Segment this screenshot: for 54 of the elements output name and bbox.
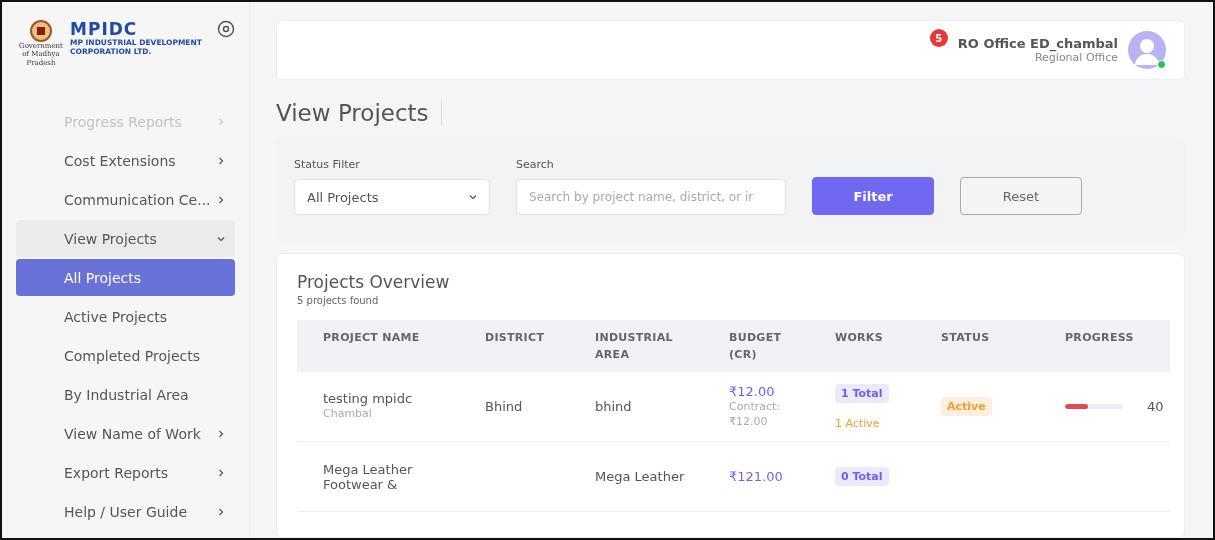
sidebar-item[interactable]: Help / User Guide [16, 493, 235, 530]
status-select[interactable]: All Projects [294, 179, 490, 215]
notification-badge[interactable]: 5 [929, 29, 948, 47]
card-title: Projects Overview [297, 272, 451, 292]
sidebar-item[interactable]: Cost Extensions [16, 142, 235, 179]
sidebar-item[interactable]: Export Reports [16, 454, 235, 491]
project-name: Mega Leather Footwear & [323, 461, 414, 492]
chevron-icon [217, 156, 225, 165]
sidebar-item[interactable]: View Name of Work [16, 415, 235, 452]
sidebar-subitem[interactable]: Active Projects [16, 298, 235, 335]
sidebar-subitem[interactable]: By Industrial Area [16, 376, 235, 413]
chevron-icon [469, 193, 477, 201]
sidebar-subitem[interactable]: All Projects [16, 259, 235, 296]
column-header: BUDGET (CR) [703, 320, 809, 373]
column-header: WORKS [809, 320, 915, 373]
user-role: Regional Office [1034, 51, 1118, 64]
sidebar-item[interactable]: View Projects [16, 220, 235, 257]
contract-amount: Contract: ₹12.00 [729, 398, 782, 430]
chevron-icon [217, 507, 225, 516]
reset-button[interactable]: Reset [960, 177, 1082, 215]
chevron-icon [217, 195, 225, 204]
table-cell-text: bhind [595, 399, 633, 415]
column-header: DISTRICT [459, 320, 569, 373]
column-header: INDUSTRIAL AREA [569, 320, 703, 373]
column-header: PROGRESS [1039, 320, 1170, 373]
column-header: PROJECT NAME [297, 320, 459, 373]
project-name: testing mpidc [323, 391, 414, 407]
table-cell-text: Bhind [485, 399, 524, 415]
user-name: RO Office ED_chambal [957, 36, 1118, 51]
target-icon[interactable] [217, 20, 235, 38]
column-header: STATUS [915, 320, 1039, 373]
chevron-icon [217, 234, 225, 243]
logo-wordmark: MPIDC [70, 19, 138, 39]
works-active: 1 Active [835, 416, 881, 430]
field-label: Search [516, 158, 555, 171]
status-tag: Active [941, 397, 992, 417]
filter-button[interactable]: Filter [812, 177, 934, 215]
sidebar-subitem[interactable]: Completed Projects [16, 337, 235, 374]
project-region: Chambal [323, 406, 373, 422]
table-cell-text: Mega Leather [595, 469, 686, 485]
result-count: 5 projects found [297, 295, 380, 306]
chevron-icon [217, 429, 225, 438]
field-label: Status Filter [294, 158, 361, 171]
emblem-icon [29, 20, 53, 42]
page-title: View Projects [276, 100, 442, 126]
budget-amount: ₹12.00 [729, 383, 776, 399]
sidebar-item[interactable]: Communication Ce... [16, 181, 235, 218]
search-field[interactable]: Search by project name, district, or ir [516, 179, 786, 215]
works-total-tag: 0 Total [835, 467, 889, 487]
works-total-tag: 1 Total [835, 383, 889, 403]
budget-amount: ₹121.00 [729, 469, 784, 485]
progress-value: 40 [1147, 399, 1164, 415]
chevron-icon [217, 468, 225, 477]
chevron-icon [217, 117, 225, 126]
